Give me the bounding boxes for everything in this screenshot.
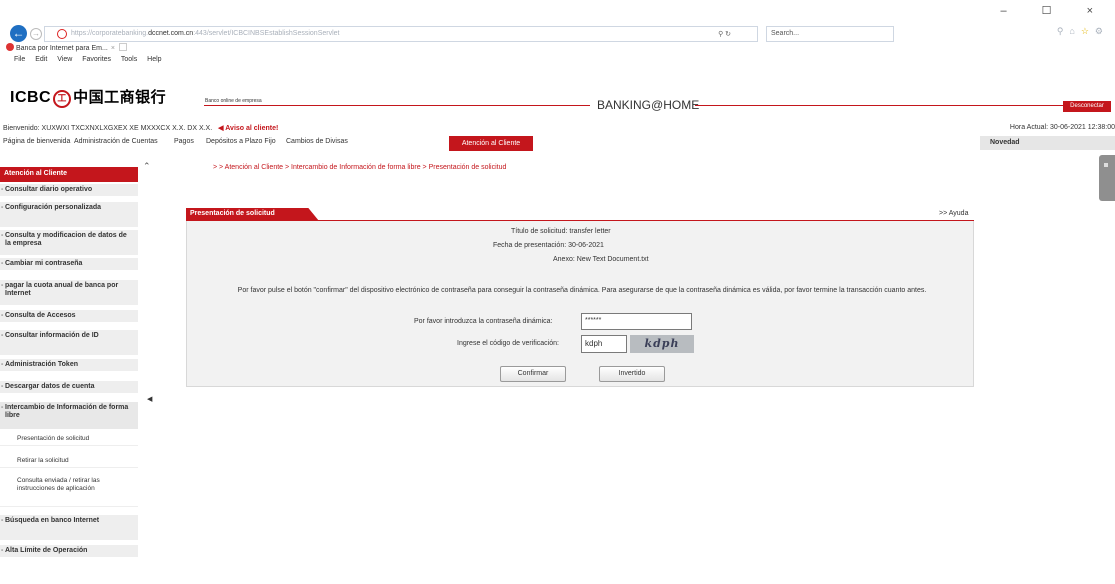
sidebar-item-alta-limite[interactable]: Alta Límite de Operación [0, 545, 138, 558]
panel-title: Presentación de solicitud [186, 208, 319, 221]
menu-bar: File Edit View Favorites Tools Help [14, 56, 170, 63]
header-divider-left [204, 105, 590, 106]
browser-tab[interactable]: Banca por Internet para Em... × [6, 43, 127, 55]
field-title: Título de solicitud: transfer letter [511, 228, 611, 235]
help-link[interactable]: >> Ayuda [939, 210, 968, 217]
back-arrow-icon[interactable]: ← [10, 25, 27, 42]
browser-chrome: – ☐ × ← → https://corporatebanking.dccne… [0, 0, 1115, 68]
breadcrumb[interactable]: > > Atención al Cliente > Intercambio de… [213, 164, 506, 171]
nav-pagos[interactable]: Pagos [174, 138, 194, 145]
icbc-seal-icon: 工 [53, 90, 72, 108]
field-date: Fecha de presentación: 30-06-2021 [493, 242, 604, 249]
url-text: https://corporatebanking.dccnet.com.cn:4… [71, 30, 340, 37]
sidebar-item-busqueda[interactable]: Búsqueda en banco Internet [0, 515, 138, 541]
sidebar-item-descargar[interactable]: Descargar datos de cuenta [0, 381, 138, 394]
brand-title: BANKING@HOME [597, 98, 700, 112]
nav-depositos[interactable]: Depósitos a Plazo Fijo [206, 138, 276, 145]
dynamic-password-input[interactable]: ****** [581, 313, 692, 330]
menu-tools[interactable]: Tools [121, 56, 137, 63]
field-annex: Anexo: New Text Document.txt [553, 256, 649, 263]
password-label: Por favor introduzca la contraseña dinám… [414, 318, 553, 325]
menu-view[interactable]: View [57, 56, 72, 63]
site-icon [57, 29, 67, 39]
sidebar-item-info-id[interactable]: Consultar información de ID [0, 330, 138, 356]
sidebar-item-accesos[interactable]: Consulta de Accesos [0, 310, 138, 323]
menu-favorites[interactable]: Favorites [82, 56, 111, 63]
icbc-logo: ICBC 工中国工商银行 [10, 89, 167, 108]
cancel-button[interactable]: Invertido [599, 366, 665, 382]
menu-edit[interactable]: Edit [35, 56, 47, 63]
browser-toolbar-icons[interactable]: ⚲⌂☆⚙ [1057, 26, 1109, 37]
captcha-image: kdph [630, 335, 694, 353]
collapse-chevron-icon[interactable]: ⌃ [143, 161, 151, 172]
welcome-text: Bienvenido: XUXWXI TXCXNXLXGXEX XE MXXXC… [3, 125, 279, 132]
gear-icon: ⚙ [1094, 26, 1109, 36]
nav-administracion[interactable]: Administración de Cuentas [74, 138, 158, 145]
current-time: Hora Actual: 30-06-2021 12:38:00 [1009, 124, 1115, 131]
sidebar: Atención al Cliente ⌃ Consultar diario o… [0, 159, 153, 584]
verification-code-input[interactable]: kdph [581, 335, 627, 353]
search-input[interactable]: Search... [766, 26, 894, 42]
sidebar-item-contrasena[interactable]: Cambiar mi contraseña [0, 258, 138, 271]
lock-icon[interactable]: ⚲ ↻ [718, 30, 731, 38]
sidebar-title: Atención al Cliente [0, 167, 138, 182]
sidebar-item-cuota-anual[interactable]: pagar la cuota anual de banca por Intern… [0, 280, 138, 306]
confirm-button[interactable]: Confirmar [500, 366, 566, 382]
menu-file[interactable]: File [14, 56, 25, 63]
sidebar-item-datos-empresa[interactable]: Consulta y modificacion de datos de la e… [0, 230, 138, 256]
sidebar-item-intercambio[interactable]: Intercambio de Información de forma libr… [0, 402, 138, 430]
home-icon: ⌂ [1069, 26, 1081, 36]
favorites-star-icon: ☆ [1080, 26, 1095, 36]
main-nav: Página de bienvenida Administración de C… [0, 136, 1115, 151]
sidebar-item-token[interactable]: Administración Token [0, 359, 138, 372]
header-divider-right [695, 105, 1063, 106]
forward-arrow-icon[interactable]: → [30, 28, 42, 40]
tab-favicon-icon [6, 43, 14, 51]
tab-title: Banca por Internet para Em... [16, 45, 108, 52]
nav-atencion-cliente[interactable]: Atención al Cliente [449, 136, 533, 151]
instruction-text: Por favor pulse el botón "confirmar" del… [237, 287, 927, 294]
menu-help[interactable]: Help [147, 56, 161, 63]
sidebar-scroll-arrow-icon[interactable]: ◀ [147, 395, 152, 403]
logout-button[interactable]: Desconectar [1063, 101, 1111, 112]
novedad-tab[interactable]: Novedad [980, 136, 1115, 150]
search-icon: ⚲ [1056, 26, 1070, 36]
bank-header: ICBC 工中国工商银行 Banco online de empresa BANK… [0, 70, 1115, 120]
sidebar-sub-presentacion[interactable]: Presentación de solicitud [0, 433, 138, 446]
sidebar-item-diario[interactable]: Consultar diario operativo [0, 184, 138, 197]
nav-bienvenida[interactable]: Página de bienvenida [3, 138, 70, 145]
new-tab-button[interactable] [118, 43, 127, 51]
window-controls[interactable]: – ☐ × [1000, 4, 1109, 17]
sidebar-item-configuracion[interactable]: Configuración personalizada [0, 202, 138, 228]
side-widget-tab[interactable] [1099, 155, 1115, 201]
code-label: Ingrese el código de verificación: [457, 340, 559, 347]
nav-divisas[interactable]: Cambios de Divisas [286, 138, 348, 145]
sidebar-sub-retirar[interactable]: Retirar la solicitud [0, 455, 138, 468]
address-bar[interactable]: https://corporatebanking.dccnet.com.cn:4… [44, 26, 758, 42]
alert-link[interactable]: ◀ Aviso al cliente! [218, 125, 278, 132]
sidebar-sub-consulta-enviada[interactable]: Consulta enviada / retirar las instrucci… [0, 475, 138, 507]
bank-subtitle: Banco online de empresa [205, 98, 262, 104]
close-icon[interactable]: × [111, 45, 115, 52]
